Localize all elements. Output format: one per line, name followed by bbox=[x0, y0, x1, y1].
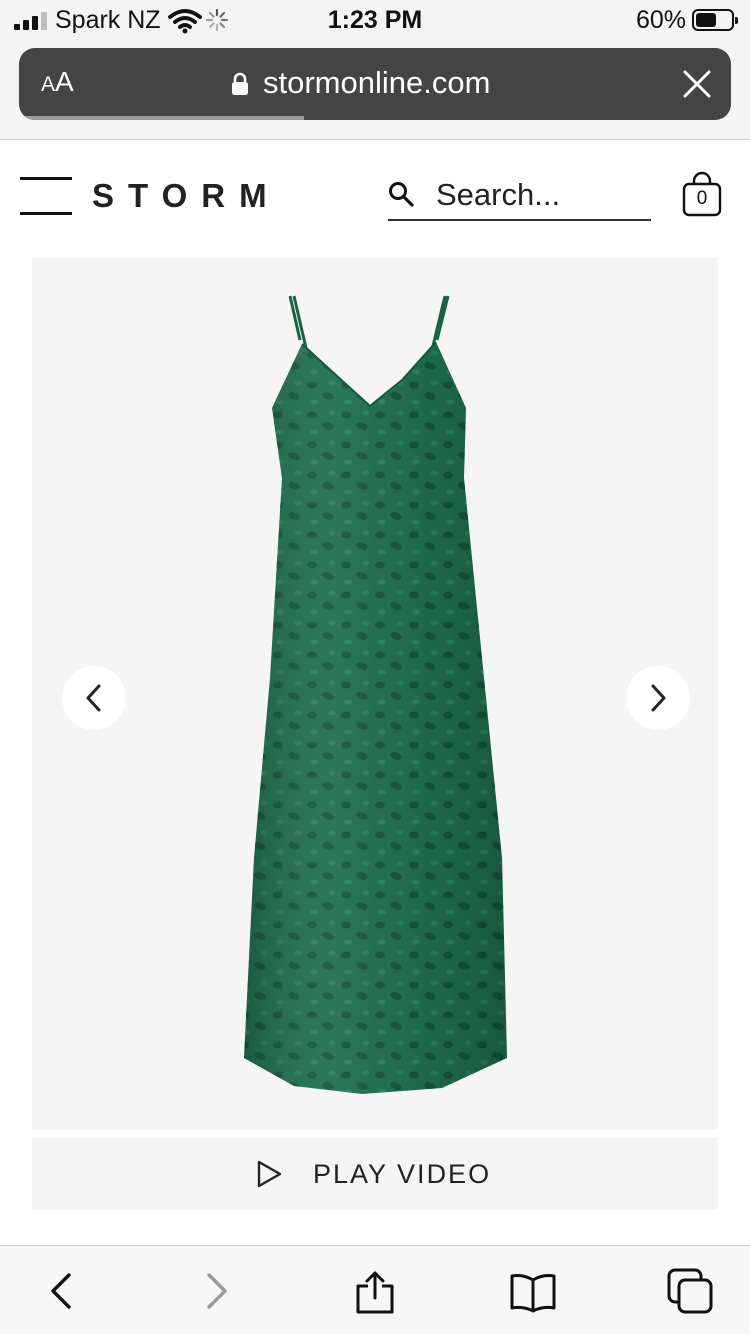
chevron-left-icon bbox=[86, 684, 101, 712]
shopping-bag-button[interactable]: 0 bbox=[682, 171, 722, 217]
storm-logo[interactable]: STORM bbox=[92, 177, 281, 215]
browser-address-area: AA stormonline.com bbox=[0, 40, 750, 140]
product-gallery[interactable] bbox=[32, 258, 718, 1130]
site-header: STORM 0 bbox=[0, 141, 750, 251]
reader-options-button[interactable]: AA bbox=[41, 66, 74, 98]
back-icon bbox=[51, 1273, 71, 1309]
chevron-right-icon bbox=[651, 684, 666, 712]
search-input[interactable] bbox=[436, 175, 646, 215]
play-video-button[interactable]: PLAY VIDEO bbox=[32, 1138, 718, 1210]
product-image bbox=[244, 295, 507, 1094]
share-icon bbox=[356, 1271, 394, 1314]
status-bar: Spark NZ 1:23 PM 60% bbox=[0, 0, 750, 40]
tabs-button[interactable] bbox=[665, 1266, 715, 1316]
search-icon[interactable] bbox=[388, 181, 414, 207]
bookmarks-icon bbox=[510, 1274, 556, 1313]
reader-label-small: A bbox=[41, 73, 56, 96]
battery-percent: 60% bbox=[636, 6, 687, 34]
back-button[interactable] bbox=[36, 1266, 86, 1316]
address-bar[interactable]: AA stormonline.com bbox=[19, 48, 731, 120]
share-button[interactable] bbox=[350, 1266, 400, 1316]
reader-label-large: A bbox=[55, 66, 74, 97]
battery-level bbox=[696, 13, 717, 27]
forward-icon bbox=[207, 1273, 227, 1309]
tabs-icon bbox=[667, 1268, 713, 1314]
url-text[interactable]: stormonline.com bbox=[263, 65, 490, 101]
lock-icon bbox=[232, 72, 248, 95]
forward-button[interactable] bbox=[192, 1266, 242, 1316]
play-icon bbox=[257, 1160, 282, 1188]
close-icon[interactable] bbox=[683, 70, 711, 98]
play-video-label: PLAY VIDEO bbox=[313, 1159, 492, 1189]
previous-image-button[interactable] bbox=[62, 666, 126, 730]
battery-icon bbox=[692, 9, 738, 31]
menu-icon[interactable] bbox=[20, 177, 72, 215]
cart-count: 0 bbox=[696, 188, 708, 209]
bookmarks-button[interactable] bbox=[508, 1266, 558, 1316]
page-load-progress bbox=[19, 116, 304, 120]
browser-toolbar bbox=[0, 1245, 750, 1334]
search-bar[interactable] bbox=[388, 171, 651, 221]
next-image-button[interactable] bbox=[626, 666, 690, 730]
